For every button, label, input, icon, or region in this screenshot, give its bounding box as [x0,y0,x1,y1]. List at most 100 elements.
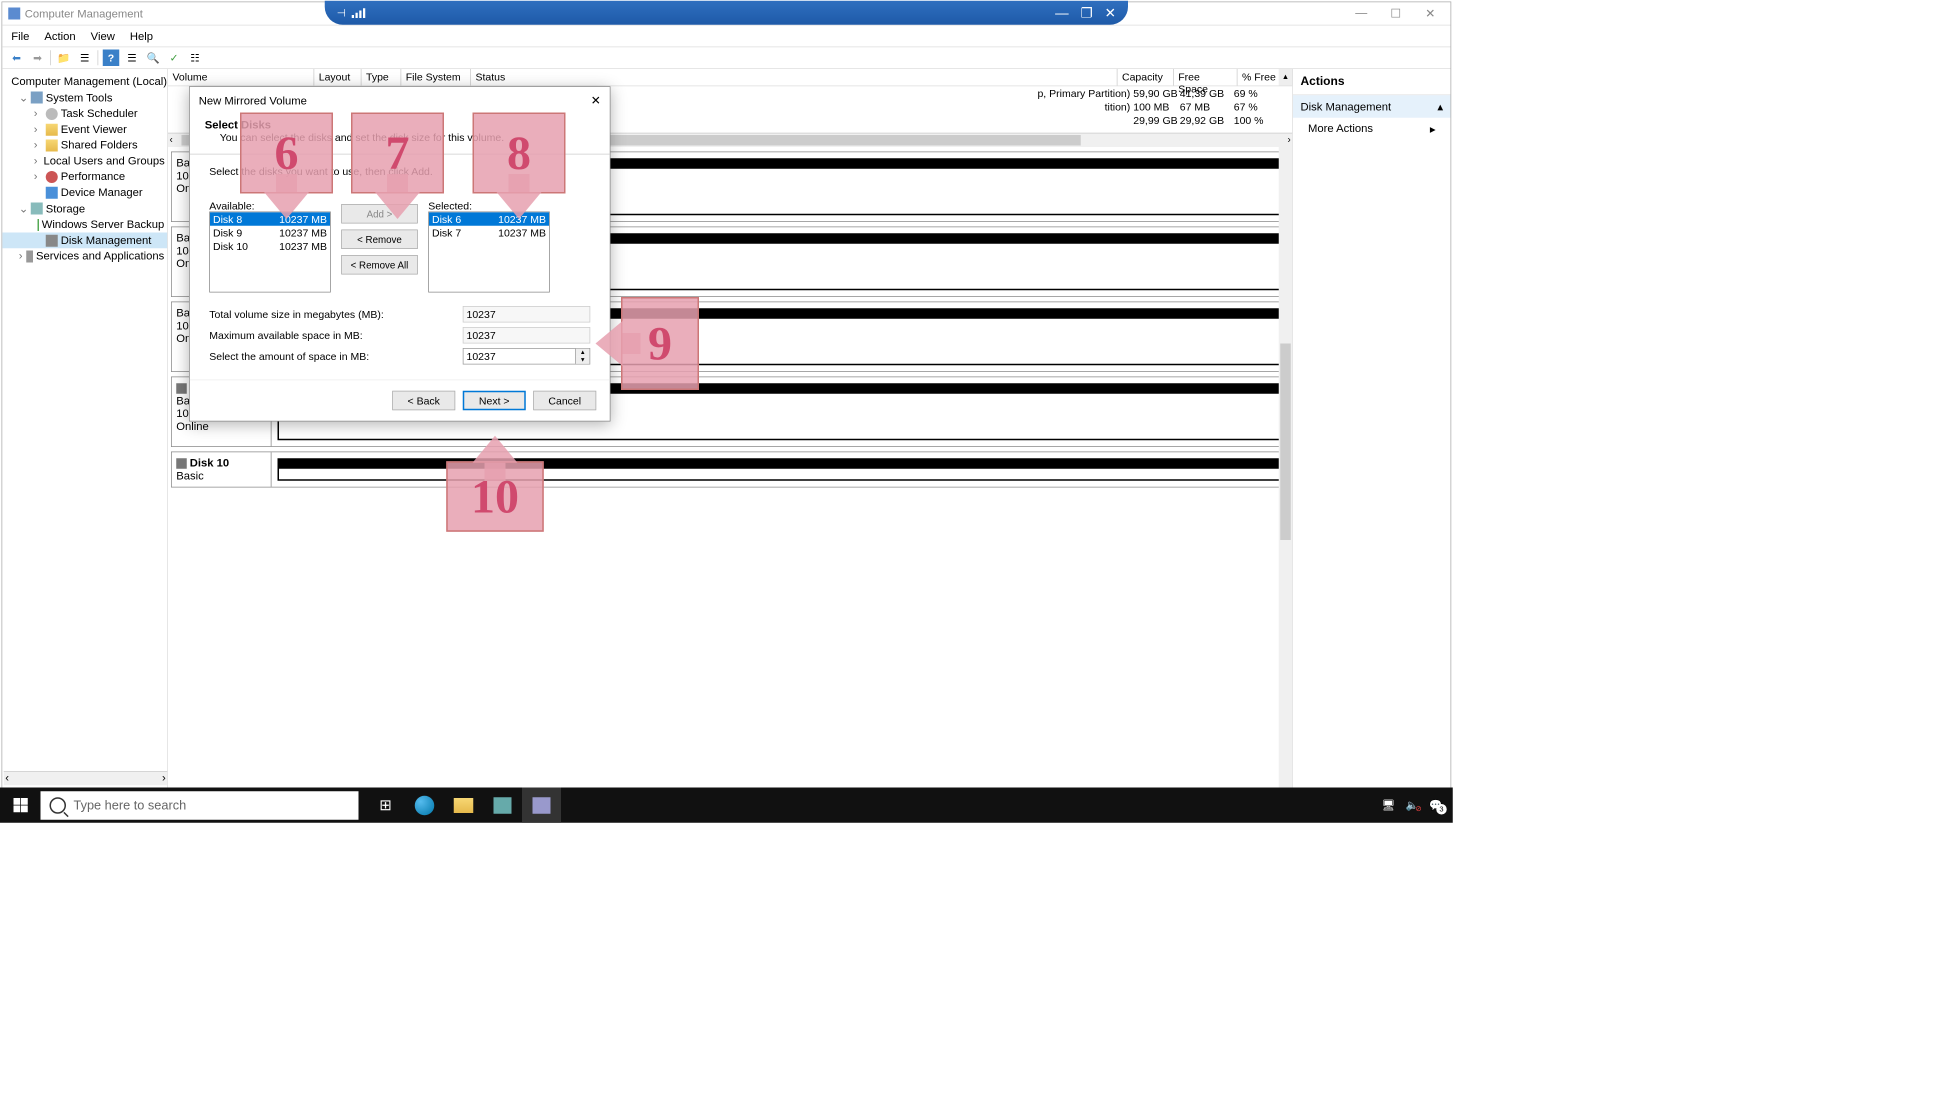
actions-pane: Actions Disk Management▴ More Actions▸ [1293,69,1451,821]
back-icon[interactable]: ⬅ [8,50,25,67]
session-restore[interactable]: ❐ [1081,5,1093,21]
taskbar-search[interactable]: Type here to search [41,791,359,820]
toolbar: ⬅ ➡ 📁 ☰ ? ☰ 🔍 ✓ ☷ [2,47,1450,69]
check-icon[interactable]: ✓ [166,50,183,67]
tree-system-tools[interactable]: ⌄System Tools [2,89,167,106]
col-fs[interactable]: File System [401,69,471,86]
session-close[interactable]: ✕ [1105,5,1116,21]
new-mirrored-volume-dialog: New Mirrored Volume ✕ Select Disks You c… [189,86,611,421]
tree-hscroll[interactable]: ‹› [4,771,168,785]
folder-up-icon[interactable]: 📁 [56,50,73,67]
tree-wsb[interactable]: Windows Server Backup [2,217,167,233]
disk-header: Disk 10 Basic [172,452,272,487]
properties-icon[interactable]: ☰ [77,50,94,67]
tree-services[interactable]: ›Services and Applications [2,248,167,264]
max-space-value: 10237 [463,327,591,344]
menu-file[interactable]: File [11,30,29,43]
volume-grid-header: Volume Layout Type File System Status Ca… [168,69,1292,86]
refresh-icon[interactable]: ☰ [124,50,141,67]
amount-spinner[interactable]: ▲▼ [575,349,589,364]
system-tray: 🖥 🔈⊘ 💬3 [1382,799,1453,812]
close-button[interactable]: ✕ [1413,2,1448,25]
disk-vscroll[interactable] [1279,147,1293,802]
next-button[interactable]: Next > [463,391,526,411]
total-size-value: 10237 [463,306,591,323]
list-icon[interactable]: ☷ [187,50,204,67]
search-placeholder: Type here to search [74,798,187,813]
window-title: Computer Management [25,7,143,20]
back-button[interactable]: < Back [392,391,455,411]
tree-root[interactable]: Computer Management (Local) [2,74,167,90]
nav-tree[interactable]: Computer Management (Local) ⌄System Tool… [2,69,168,821]
available-listbox[interactable]: Disk 810237 MB Disk 910237 MB Disk 10102… [209,212,331,293]
tray-volume-icon[interactable]: 🔈⊘ [1406,799,1419,812]
file-explorer-icon[interactable] [444,788,483,823]
list-item[interactable]: Disk 810237 MB [210,212,330,226]
tree-device-manager[interactable]: Device Manager [2,185,167,201]
search-icon[interactable]: 🔍 [145,50,162,67]
add-button[interactable]: Add > [341,204,418,224]
maximize-button[interactable]: ☐ [1379,2,1414,25]
tree-shared-folders[interactable]: ›Shared Folders [2,137,167,153]
window-buttons: — ☐ ✕ [1344,2,1448,25]
tree-storage[interactable]: ⌄Storage [2,200,167,217]
menubar: File Action View Help [2,26,1450,48]
tree-performance[interactable]: ›Performance [2,169,167,185]
col-volume[interactable]: Volume [168,69,314,86]
menu-help[interactable]: Help [130,30,153,43]
cancel-button[interactable]: Cancel [533,391,596,411]
chevron-right-icon: ▸ [1430,122,1436,136]
disk-volume[interactable] [278,458,1283,481]
edge-icon[interactable] [405,788,444,823]
titlebar: Computer Management ⊣ — ❐ ✕ — ☐ ✕ [2,2,1450,25]
amount-label: Select the amount of space in MB: [209,350,463,362]
taskbar: Type here to search ⊞ 🖥 🔈⊘ 💬3 [0,788,1453,823]
col-status[interactable]: Status [471,69,1118,86]
actions-more[interactable]: More Actions▸ [1293,118,1451,141]
available-label: Available: [209,200,331,212]
menu-action[interactable]: Action [44,30,75,43]
selected-label: Selected: [428,200,550,212]
tray-display-icon[interactable]: 🖥 [1382,799,1395,812]
pin-icon[interactable]: ⊣ [337,6,346,19]
list-item[interactable]: Disk 910237 MB [210,226,330,240]
spin-down-icon: ▼ [576,356,590,364]
dialog-close-icon[interactable]: ✕ [591,93,601,108]
app-icon [8,8,20,20]
help-icon[interactable]: ? [103,50,120,67]
forward-icon[interactable]: ➡ [29,50,46,67]
col-layout[interactable]: Layout [314,69,361,86]
selected-listbox[interactable]: Disk 610237 MB Disk 710237 MB [428,212,550,293]
dialog-instruction: Select the disks you want to use, then c… [209,165,590,177]
amount-input[interactable]: 10237 ▲▼ [463,348,591,365]
list-item[interactable]: Disk 710237 MB [429,226,549,240]
disk-row-10[interactable]: Disk 10 Basic [171,452,1289,488]
tree-event-viewer[interactable]: ›Event Viewer [2,122,167,138]
grid-scroll-up[interactable]: ▲ [1279,69,1293,86]
minimize-button[interactable]: — [1344,2,1379,25]
dialog-heading: Select Disks [205,119,271,132]
dialog-subheading: You can select the disks and set the dis… [205,131,504,143]
tree-local-users[interactable]: ›Local Users and Groups [2,153,167,169]
list-item[interactable]: Disk 610237 MB [429,212,549,226]
dialog-title: New Mirrored Volume [199,94,307,107]
signal-icon [352,8,366,19]
collapse-icon: ▴ [1437,100,1443,114]
menu-view[interactable]: View [91,30,115,43]
col-free[interactable]: Free Space [1174,69,1238,86]
col-capacity[interactable]: Capacity [1118,69,1174,86]
actions-disk-management[interactable]: Disk Management▴ [1293,95,1451,118]
max-space-label: Maximum available space in MB: [209,329,463,341]
start-button[interactable] [0,788,41,823]
remove-button[interactable]: < Remove [341,230,418,250]
col-type[interactable]: Type [362,69,402,86]
tree-disk-management[interactable]: Disk Management [2,233,167,249]
task-view-icon[interactable]: ⊞ [366,788,405,823]
server-manager-icon[interactable] [483,788,522,823]
remove-all-button[interactable]: < Remove All [341,255,418,275]
computer-management-icon[interactable] [522,788,561,823]
tree-task-scheduler[interactable]: ›Task Scheduler [2,106,167,122]
session-minimize[interactable]: — [1055,5,1069,21]
list-item[interactable]: Disk 1010237 MB [210,239,330,253]
tray-notifications-icon[interactable]: 💬3 [1429,799,1442,812]
